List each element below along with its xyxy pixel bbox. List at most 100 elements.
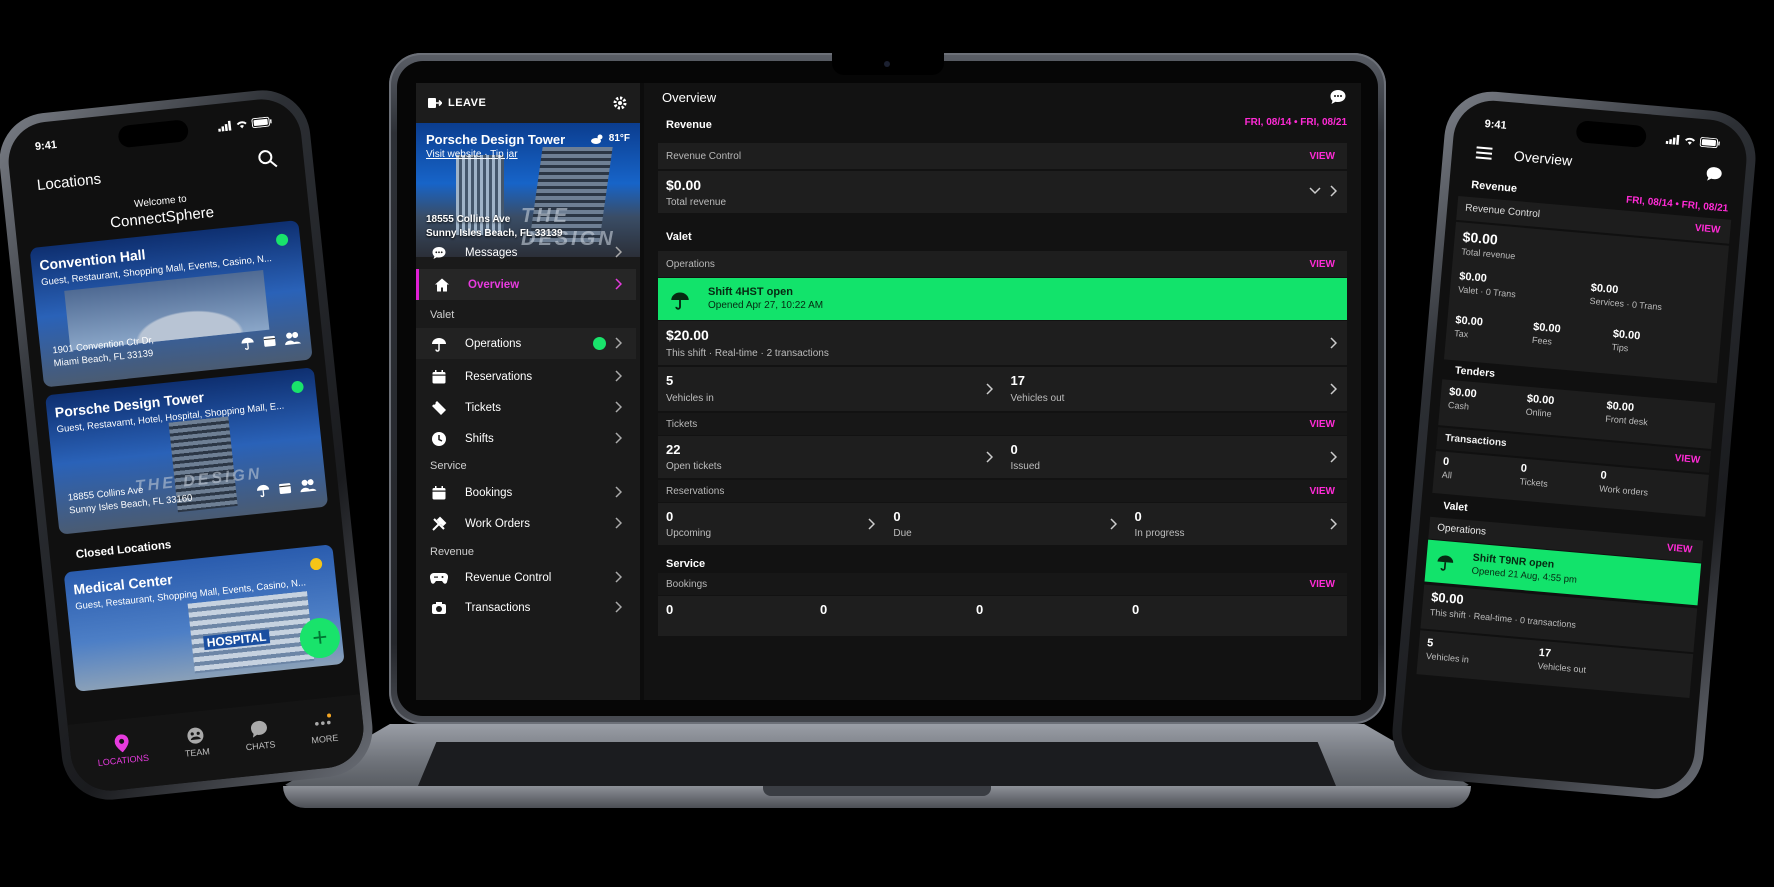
sidebar-item-messages[interactable]: Messages: [416, 237, 636, 268]
tab-chats[interactable]: CHATS: [243, 718, 276, 752]
chevron-right-icon: [615, 370, 622, 382]
operations-label: Operations: [666, 259, 715, 270]
status-time: 9:41: [1484, 118, 1508, 132]
location-address: 18855 Collins Ave Sunny Isles Beach, FL …: [67, 479, 193, 518]
bookings-view-link[interactable]: VIEW: [1309, 579, 1335, 590]
revenue-view-link[interactable]: VIEW: [1309, 151, 1335, 162]
in-progress-cell[interactable]: 0 In progress: [1127, 503, 1347, 545]
sidebar-item-operations[interactable]: Operations: [416, 328, 636, 359]
fees-amount: $0.00: [1532, 321, 1562, 336]
tools-icon: [430, 515, 448, 533]
tab-locations[interactable]: LOCATIONS: [95, 731, 149, 767]
chevron-down-icon[interactable]: [1309, 187, 1321, 195]
visit-website-link[interactable]: Visit website: [426, 149, 481, 160]
location-card-porsche-design-tower[interactable]: THE DESIGN Porsche Design Tower Guest, R…: [45, 367, 329, 535]
tip-jar-link[interactable]: Tip jar: [490, 149, 517, 160]
booking-value[interactable]: 0: [820, 602, 827, 617]
umbrella-icon[interactable]: [240, 335, 255, 350]
reservations-label: Reservations: [666, 486, 725, 497]
umbrella-icon[interactable]: [255, 482, 270, 498]
clock-icon: [430, 430, 448, 448]
tab-team[interactable]: TEAM: [182, 725, 210, 758]
status-icons: [217, 116, 272, 132]
address-line-1: 18555 Collins Ave: [426, 214, 511, 225]
view-link[interactable]: VIEW: [1694, 223, 1720, 236]
vehicles-in-label: Vehicles in: [1425, 650, 1470, 665]
sidebar-item-transactions[interactable]: Transactions: [416, 592, 636, 623]
upcoming-label: Upcoming: [666, 528, 712, 539]
booking-value[interactable]: 0: [666, 602, 673, 617]
valet-heading: Valet: [1442, 499, 1469, 514]
sidebar-item-tickets[interactable]: Tickets: [416, 392, 636, 423]
leave-label: LEAVE: [448, 97, 487, 109]
status-dot-green: [290, 380, 305, 394]
location-actions: [240, 330, 302, 350]
shift-title: Shift 4HST open: [708, 286, 793, 298]
location-address: 1901 Convention Ctr Dr, Miami Beach, FL …: [52, 334, 156, 371]
section-label-service: Service: [430, 460, 467, 472]
shift-open-banner[interactable]: Shift 4HST open Opened Apr 27, 10:22 AM: [658, 278, 1347, 320]
vehicles-out-cell[interactable]: 17 Vehicles out: [1003, 367, 1348, 411]
revenue-heading: Revenue: [666, 119, 712, 131]
shift-opened: Opened Apr 27, 10:22 AM: [708, 300, 824, 311]
umbrella-icon: [430, 335, 448, 353]
bookings-header: Bookings VIEW: [658, 573, 1347, 595]
view-link[interactable]: VIEW: [1666, 543, 1692, 556]
team-icon[interactable]: [299, 478, 317, 494]
date-range[interactable]: FRI, 08/14 • FRI, 08/21: [1245, 117, 1347, 128]
umbrella-icon: [671, 292, 689, 310]
sidebar-item-shifts[interactable]: Shifts: [416, 423, 636, 454]
revenue-total-card[interactable]: $0.00 Total revenue: [658, 171, 1347, 213]
gear-icon[interactable]: [612, 95, 628, 111]
tab-more[interactable]: MORE: [309, 711, 339, 745]
issued-cell[interactable]: 0 Issued: [1003, 436, 1348, 478]
section-label-revenue: Revenue: [430, 546, 475, 558]
chevron-right-icon: [1330, 383, 1337, 395]
menu-icon[interactable]: [1475, 145, 1493, 160]
chat-icon[interactable]: [1704, 165, 1723, 183]
sidebar-item-label: Operations: [465, 337, 522, 350]
due-cell[interactable]: 0 Due: [885, 503, 1126, 545]
umbrella-icon: [1437, 555, 1454, 571]
location-card-convention-hall[interactable]: Convention Hall Guest, Restaurant, Shopp…: [29, 220, 313, 388]
booking-value[interactable]: 0: [976, 602, 983, 617]
right-phone-screen: 9:41 Overview Revenue FRI, 08/14 • FRI, …: [1398, 97, 1750, 793]
total-revenue-label: Total revenue: [1461, 246, 1516, 262]
signal-icon: [218, 120, 232, 132]
leave-button[interactable]: LEAVE: [428, 97, 486, 109]
tickets-view-link[interactable]: VIEW: [1309, 419, 1335, 430]
search-icon[interactable]: [257, 148, 279, 170]
calendar-icon[interactable]: [262, 333, 277, 348]
sidebar-item-bookings[interactable]: Bookings: [416, 477, 636, 508]
view-link[interactable]: VIEW: [1674, 453, 1700, 466]
chat-icon: [430, 244, 448, 262]
work-orders-label: Work orders: [1598, 483, 1649, 498]
upcoming-cell[interactable]: 0 Upcoming: [658, 503, 885, 545]
shift-amount-card[interactable]: $20.00 This shift · Real-time · 2 transa…: [658, 321, 1347, 365]
calendar-icon[interactable]: [277, 480, 292, 495]
revenue-card[interactable]: $0.00 Total revenue $0.00 Valet · 0 Tran…: [1443, 221, 1729, 384]
reservations-view-link[interactable]: VIEW: [1309, 486, 1335, 497]
sidebar-item-label: Messages: [465, 246, 518, 259]
issued-value: 0: [1010, 442, 1018, 457]
team-icon[interactable]: [284, 330, 302, 346]
sidebar-item-work-orders[interactable]: Work Orders: [416, 508, 636, 539]
bookings-card: 0 0 0 0: [658, 596, 1347, 636]
chevron-right-icon: [1330, 185, 1337, 197]
operations-view-link[interactable]: VIEW: [1309, 259, 1335, 270]
status-time: 9:41: [34, 138, 58, 154]
location-card-medical-center[interactable]: HOSPITAL Medical Center Guest, Restauran…: [63, 544, 345, 692]
temperature: 81°F: [608, 133, 630, 144]
booking-value[interactable]: 0: [1132, 602, 1139, 617]
chat-icon[interactable]: [1329, 89, 1347, 105]
sidebar-item-revenue-control[interactable]: Revenue Control: [416, 562, 636, 593]
sidebar-item-overview[interactable]: Overview: [416, 269, 636, 300]
front-desk-label: Front desk: [1604, 413, 1649, 428]
vehicles-in-cell[interactable]: 5 Vehicles in: [658, 367, 1003, 411]
sidebar-item-reservations[interactable]: Reservations: [416, 361, 636, 392]
chevron-right-icon: [1330, 518, 1337, 530]
upcoming-value: 0: [666, 509, 674, 524]
vehicles-in-label: Vehicles in: [666, 393, 714, 404]
tax-amount: $0.00: [1454, 314, 1484, 329]
open-tickets-cell[interactable]: 22 Open tickets: [658, 436, 1003, 478]
